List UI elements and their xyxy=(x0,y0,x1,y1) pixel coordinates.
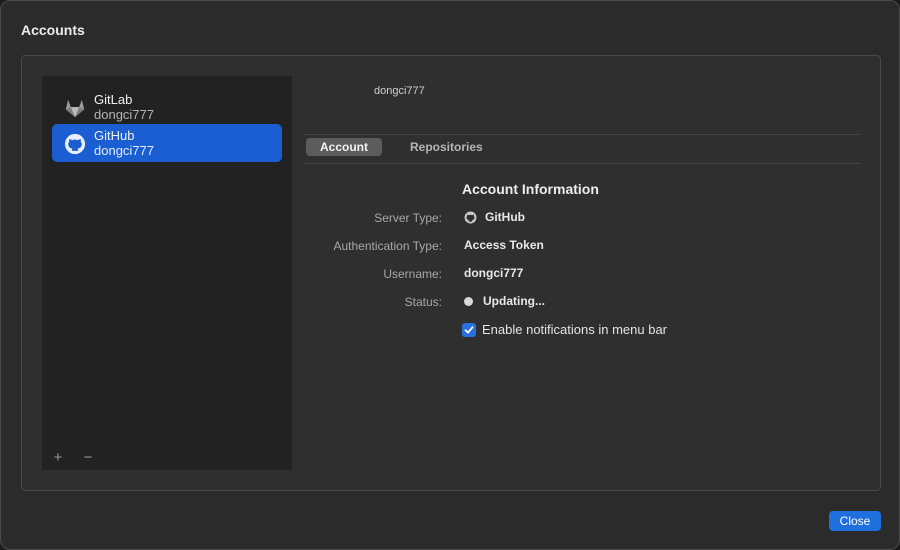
notifications-option[interactable]: Enable notifications in menu bar xyxy=(462,322,667,337)
tab-account[interactable]: Account xyxy=(306,138,382,156)
github-icon xyxy=(464,211,477,223)
server-type-text: GitHub xyxy=(485,210,525,224)
status-value: Updating... xyxy=(464,294,545,308)
tab-repositories[interactable]: Repositories xyxy=(396,138,497,156)
account-username: dongci777 xyxy=(94,143,154,158)
tab-divider-bottom xyxy=(304,163,860,164)
section-title: Account Information xyxy=(462,181,599,197)
auth-type-label: Authentication Type: xyxy=(333,239,442,253)
account-name: GitLab xyxy=(94,92,133,107)
tab-divider-top xyxy=(304,134,860,135)
add-account-button[interactable]: + xyxy=(49,450,67,466)
accounts-panel: GitLab dongci777 GitHub dongci777 + − do… xyxy=(21,55,881,491)
status-text: Updating... xyxy=(483,294,545,308)
account-name: GitHub xyxy=(94,128,135,143)
username-label: Username: xyxy=(383,267,442,281)
account-item-gitlab[interactable]: GitLab dongci777 xyxy=(52,88,282,126)
status-dot-icon xyxy=(464,296,473,306)
github-icon xyxy=(64,133,86,155)
status-label: Status: xyxy=(404,295,442,309)
notifications-label: Enable notifications in menu bar xyxy=(482,322,668,337)
account-username: dongci777 xyxy=(94,107,154,122)
window-title: Accounts xyxy=(21,22,85,38)
gitlab-icon xyxy=(65,99,85,118)
server-type-label: Server Type: xyxy=(374,211,442,225)
username-value: dongci777 xyxy=(464,266,524,280)
close-button[interactable]: Close xyxy=(829,511,881,531)
auth-type-value: Access Token xyxy=(464,238,544,252)
server-type-value: GitHub xyxy=(464,210,525,224)
accounts-window: Accounts GitLab dongci777 GitHub dongci7… xyxy=(0,0,900,550)
checkmark-icon xyxy=(464,325,474,333)
remove-account-button[interactable]: − xyxy=(79,450,97,466)
notifications-checkbox[interactable] xyxy=(462,322,476,337)
account-item-github[interactable]: GitHub dongci777 xyxy=(52,124,282,162)
header-username: dongci777 xyxy=(374,85,425,97)
